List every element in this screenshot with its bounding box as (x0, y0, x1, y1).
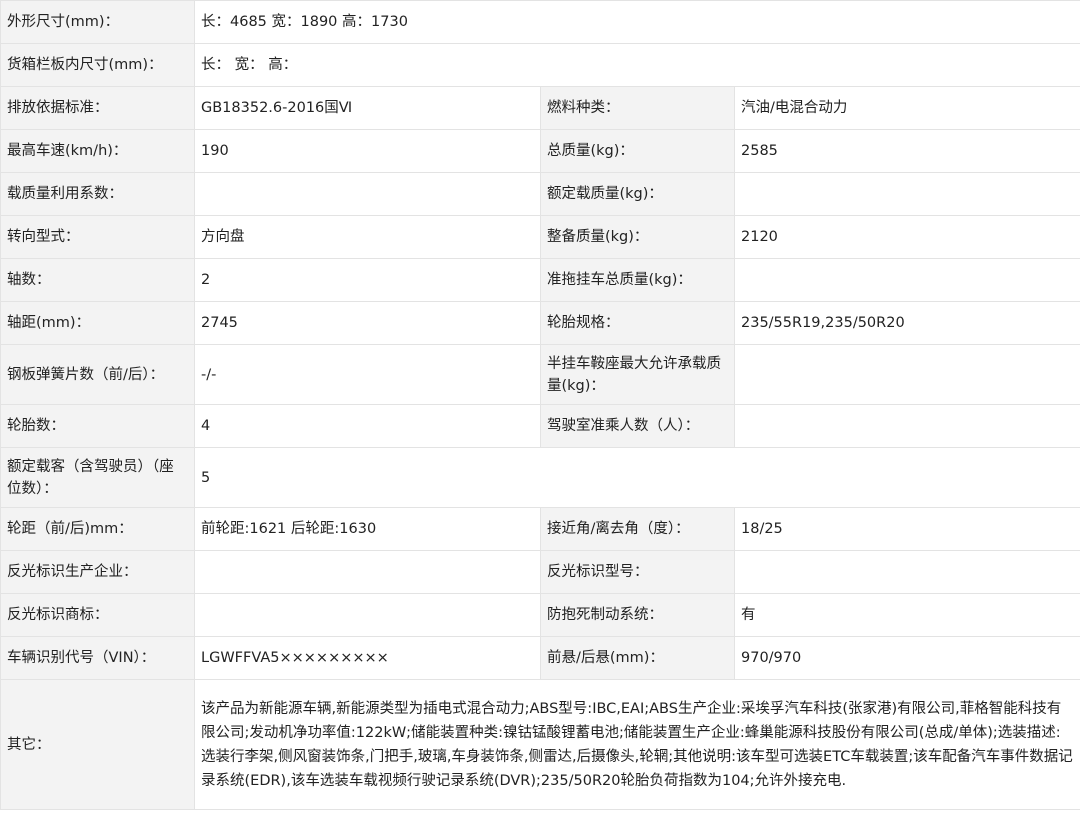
row-value (194, 593, 541, 637)
row-label: 防抱死制动系统： (540, 593, 735, 637)
row-label: 钢板弹簧片数（前/后）： (0, 344, 195, 405)
table-row: 最高车速(km/h)： 190 总质量(kg)： 2585 (0, 129, 1080, 173)
row-label: 载质量利用系数： (0, 172, 195, 216)
row-label: 额定载客（含驾驶员）（座位数）： (0, 447, 195, 508)
row-label: 轮距（前/后)mm： (0, 507, 195, 551)
table-row: 反光标识商标： 防抱死制动系统： 有 (0, 593, 1080, 637)
row-value: 970/970 (733, 636, 1080, 680)
row-label: 反光标识商标： (0, 593, 195, 637)
row-value (194, 550, 541, 594)
row-value: 2745 (194, 301, 541, 345)
table-row: 额定载客（含驾驶员）（座位数）： 5 (0, 447, 1080, 508)
row-value (733, 344, 1080, 405)
row-value (733, 404, 1080, 448)
row-label: 其它： (0, 679, 195, 810)
row-label: 轮胎规格： (540, 301, 735, 345)
row-value: -/- (194, 344, 541, 405)
table-row: 轮距（前/后)mm： 前轮距:1621 后轮距:1630 接近角/离去角（度）：… (0, 507, 1080, 551)
row-label: 燃料种类： (540, 86, 735, 130)
row-value: GB18352.6-2016国Ⅵ (194, 86, 541, 130)
row-label: 前悬/后悬(mm)： (540, 636, 735, 680)
row-value: 该产品为新能源车辆,新能源类型为插电式混合动力;ABS型号:IBC,EAI;AB… (193, 679, 1080, 810)
row-value: 190 (194, 129, 541, 173)
row-label: 半挂车鞍座最大允许承载质量(kg)： (540, 344, 735, 405)
table-row: 货箱栏板内尺寸(mm)： 长： 宽： 高： (0, 43, 1080, 87)
row-label: 轴数： (0, 258, 195, 302)
row-value: 18/25 (733, 507, 1080, 551)
row-label: 接近角/离去角（度）： (540, 507, 735, 551)
table-row: 排放依据标准： GB18352.6-2016国Ⅵ 燃料种类： 汽油/电混合动力 (0, 86, 1080, 130)
vehicle-spec-table: 外形尺寸(mm)： 长：4685 宽：1890 高：1730 货箱栏板内尺寸(m… (0, 0, 1080, 810)
table-row: 轴数： 2 准拖挂车总质量(kg)： (0, 258, 1080, 302)
row-value: 2 (194, 258, 541, 302)
table-row: 车辆识别代号（VIN）： LGWFFVA5××××××××× 前悬/后悬(mm)… (0, 636, 1080, 680)
row-label: 驾驶室准乘人数（人）： (540, 404, 735, 448)
table-row: 外形尺寸(mm)： 长：4685 宽：1890 高：1730 (0, 0, 1080, 44)
row-label: 总质量(kg)： (540, 129, 735, 173)
row-label: 反光标识型号： (540, 550, 735, 594)
row-label: 货箱栏板内尺寸(mm)： (0, 43, 195, 87)
row-value: 有 (733, 593, 1080, 637)
row-label: 轴距(mm)： (0, 301, 195, 345)
row-label: 排放依据标准： (0, 86, 195, 130)
row-label: 整备质量(kg)： (540, 215, 735, 259)
row-label: 准拖挂车总质量(kg)： (540, 258, 735, 302)
table-row: 钢板弹簧片数（前/后）： -/- 半挂车鞍座最大允许承载质量(kg)： (0, 344, 1080, 405)
row-value: 长： 宽： 高： (193, 43, 1080, 87)
row-value: 5 (193, 447, 1080, 508)
row-value: 4 (194, 404, 541, 448)
row-value (733, 550, 1080, 594)
row-value (194, 172, 541, 216)
table-row: 转向型式： 方向盘 整备质量(kg)： 2120 (0, 215, 1080, 259)
row-value: 长：4685 宽：1890 高：1730 (193, 0, 1080, 44)
row-label: 额定载质量(kg)： (540, 172, 735, 216)
row-value: 2585 (733, 129, 1080, 173)
table-row: 轴距(mm)： 2745 轮胎规格： 235/55R19,235/50R20 (0, 301, 1080, 345)
table-row: 载质量利用系数： 额定载质量(kg)： (0, 172, 1080, 216)
row-value: 235/55R19,235/50R20 (733, 301, 1080, 345)
row-value: 前轮距:1621 后轮距:1630 (194, 507, 541, 551)
row-label: 外形尺寸(mm)： (0, 0, 195, 44)
table-row: 其它： 该产品为新能源车辆,新能源类型为插电式混合动力;ABS型号:IBC,EA… (0, 679, 1080, 810)
row-value: 方向盘 (194, 215, 541, 259)
row-value: LGWFFVA5××××××××× (194, 636, 541, 680)
row-label: 轮胎数： (0, 404, 195, 448)
row-label: 转向型式： (0, 215, 195, 259)
row-label: 反光标识生产企业： (0, 550, 195, 594)
row-value: 汽油/电混合动力 (733, 86, 1080, 130)
row-label: 车辆识别代号（VIN）： (0, 636, 195, 680)
row-value (733, 258, 1080, 302)
table-row: 轮胎数： 4 驾驶室准乘人数（人）： (0, 404, 1080, 448)
row-value: 2120 (733, 215, 1080, 259)
table-row: 反光标识生产企业： 反光标识型号： (0, 550, 1080, 594)
row-value (733, 172, 1080, 216)
row-label: 最高车速(km/h)： (0, 129, 195, 173)
